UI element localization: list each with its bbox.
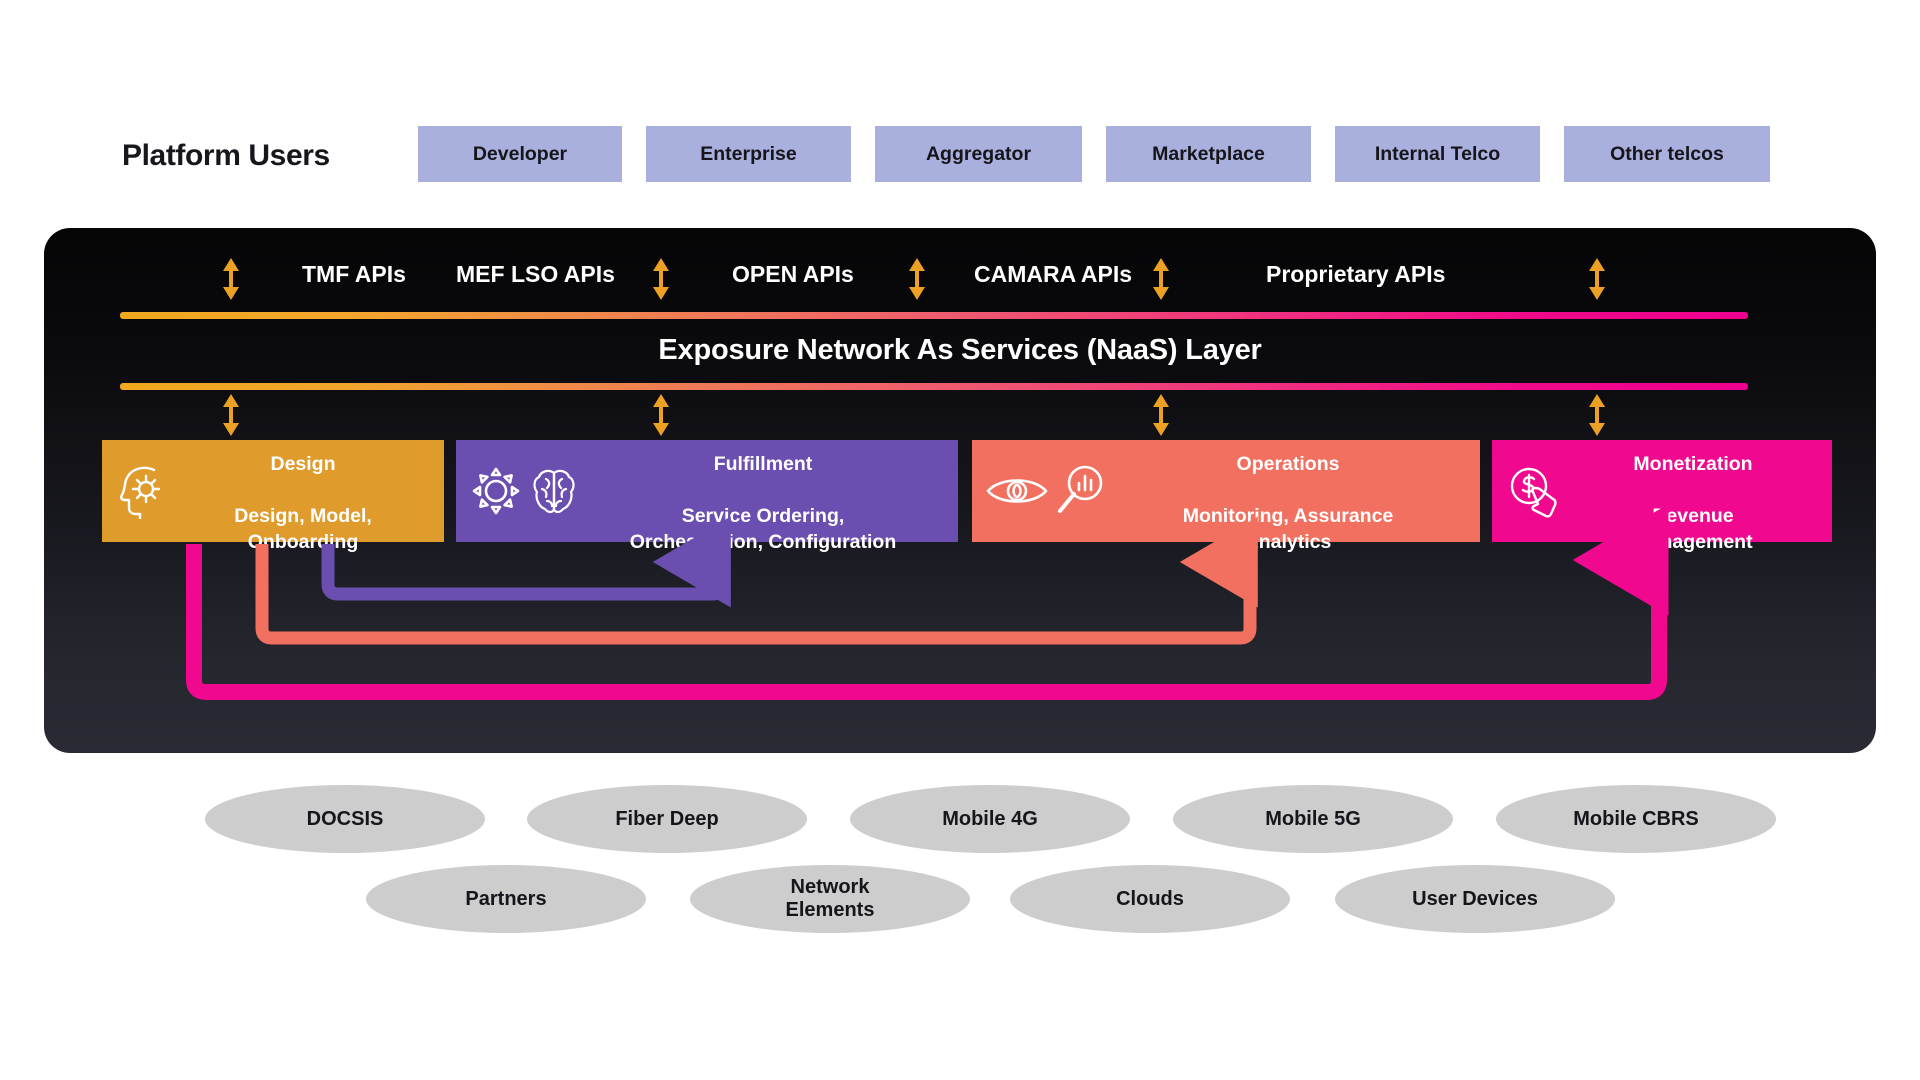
platform-users-row: Platform Users Developer Enterprise Aggr…: [0, 126, 1920, 186]
infra-ellipse-clouds[interactable]: Clouds: [1010, 865, 1290, 933]
platform-user-enterprise[interactable]: Enterprise: [646, 126, 851, 182]
infra-ellipse-user-devices[interactable]: User Devices: [1335, 865, 1615, 933]
platform-user-internal-telco[interactable]: Internal Telco: [1335, 126, 1540, 182]
platform-user-marketplace[interactable]: Marketplace: [1106, 126, 1311, 182]
platform-users-title: Platform Users: [122, 139, 330, 172]
infra-ellipse-mobile-5g[interactable]: Mobile 5G: [1173, 785, 1453, 853]
infra-ellipse-network-elements[interactable]: Network Elements: [690, 865, 970, 933]
feedback-loops: [186, 504, 1669, 700]
diagram-canvas: Platform Users Developer Enterprise Aggr…: [0, 0, 1920, 1080]
fulfillment-feedback-path: [321, 516, 731, 608]
infra-ellipse-fiber-deep[interactable]: Fiber Deep: [527, 785, 807, 853]
infra-ellipse-partners[interactable]: Partners: [366, 865, 646, 933]
platform-user-other-telcos[interactable]: Other telcos: [1564, 126, 1770, 182]
infra-ellipse-mobile-cbrs[interactable]: Mobile CBRS: [1496, 785, 1776, 853]
monetization-feedback-path: [186, 504, 1669, 700]
platform-user-boxes: Developer Enterprise Aggregator Marketpl…: [418, 126, 1770, 182]
platform-user-aggregator[interactable]: Aggregator: [875, 126, 1082, 182]
platform-panel: TMF APIs MEF LSO APIs OPEN APIs CAMARA A…: [44, 228, 1876, 753]
platform-user-developer[interactable]: Developer: [418, 126, 622, 182]
infra-ellipse-docsis[interactable]: DOCSIS: [205, 785, 485, 853]
infra-ellipse-mobile-4g[interactable]: Mobile 4G: [850, 785, 1130, 853]
